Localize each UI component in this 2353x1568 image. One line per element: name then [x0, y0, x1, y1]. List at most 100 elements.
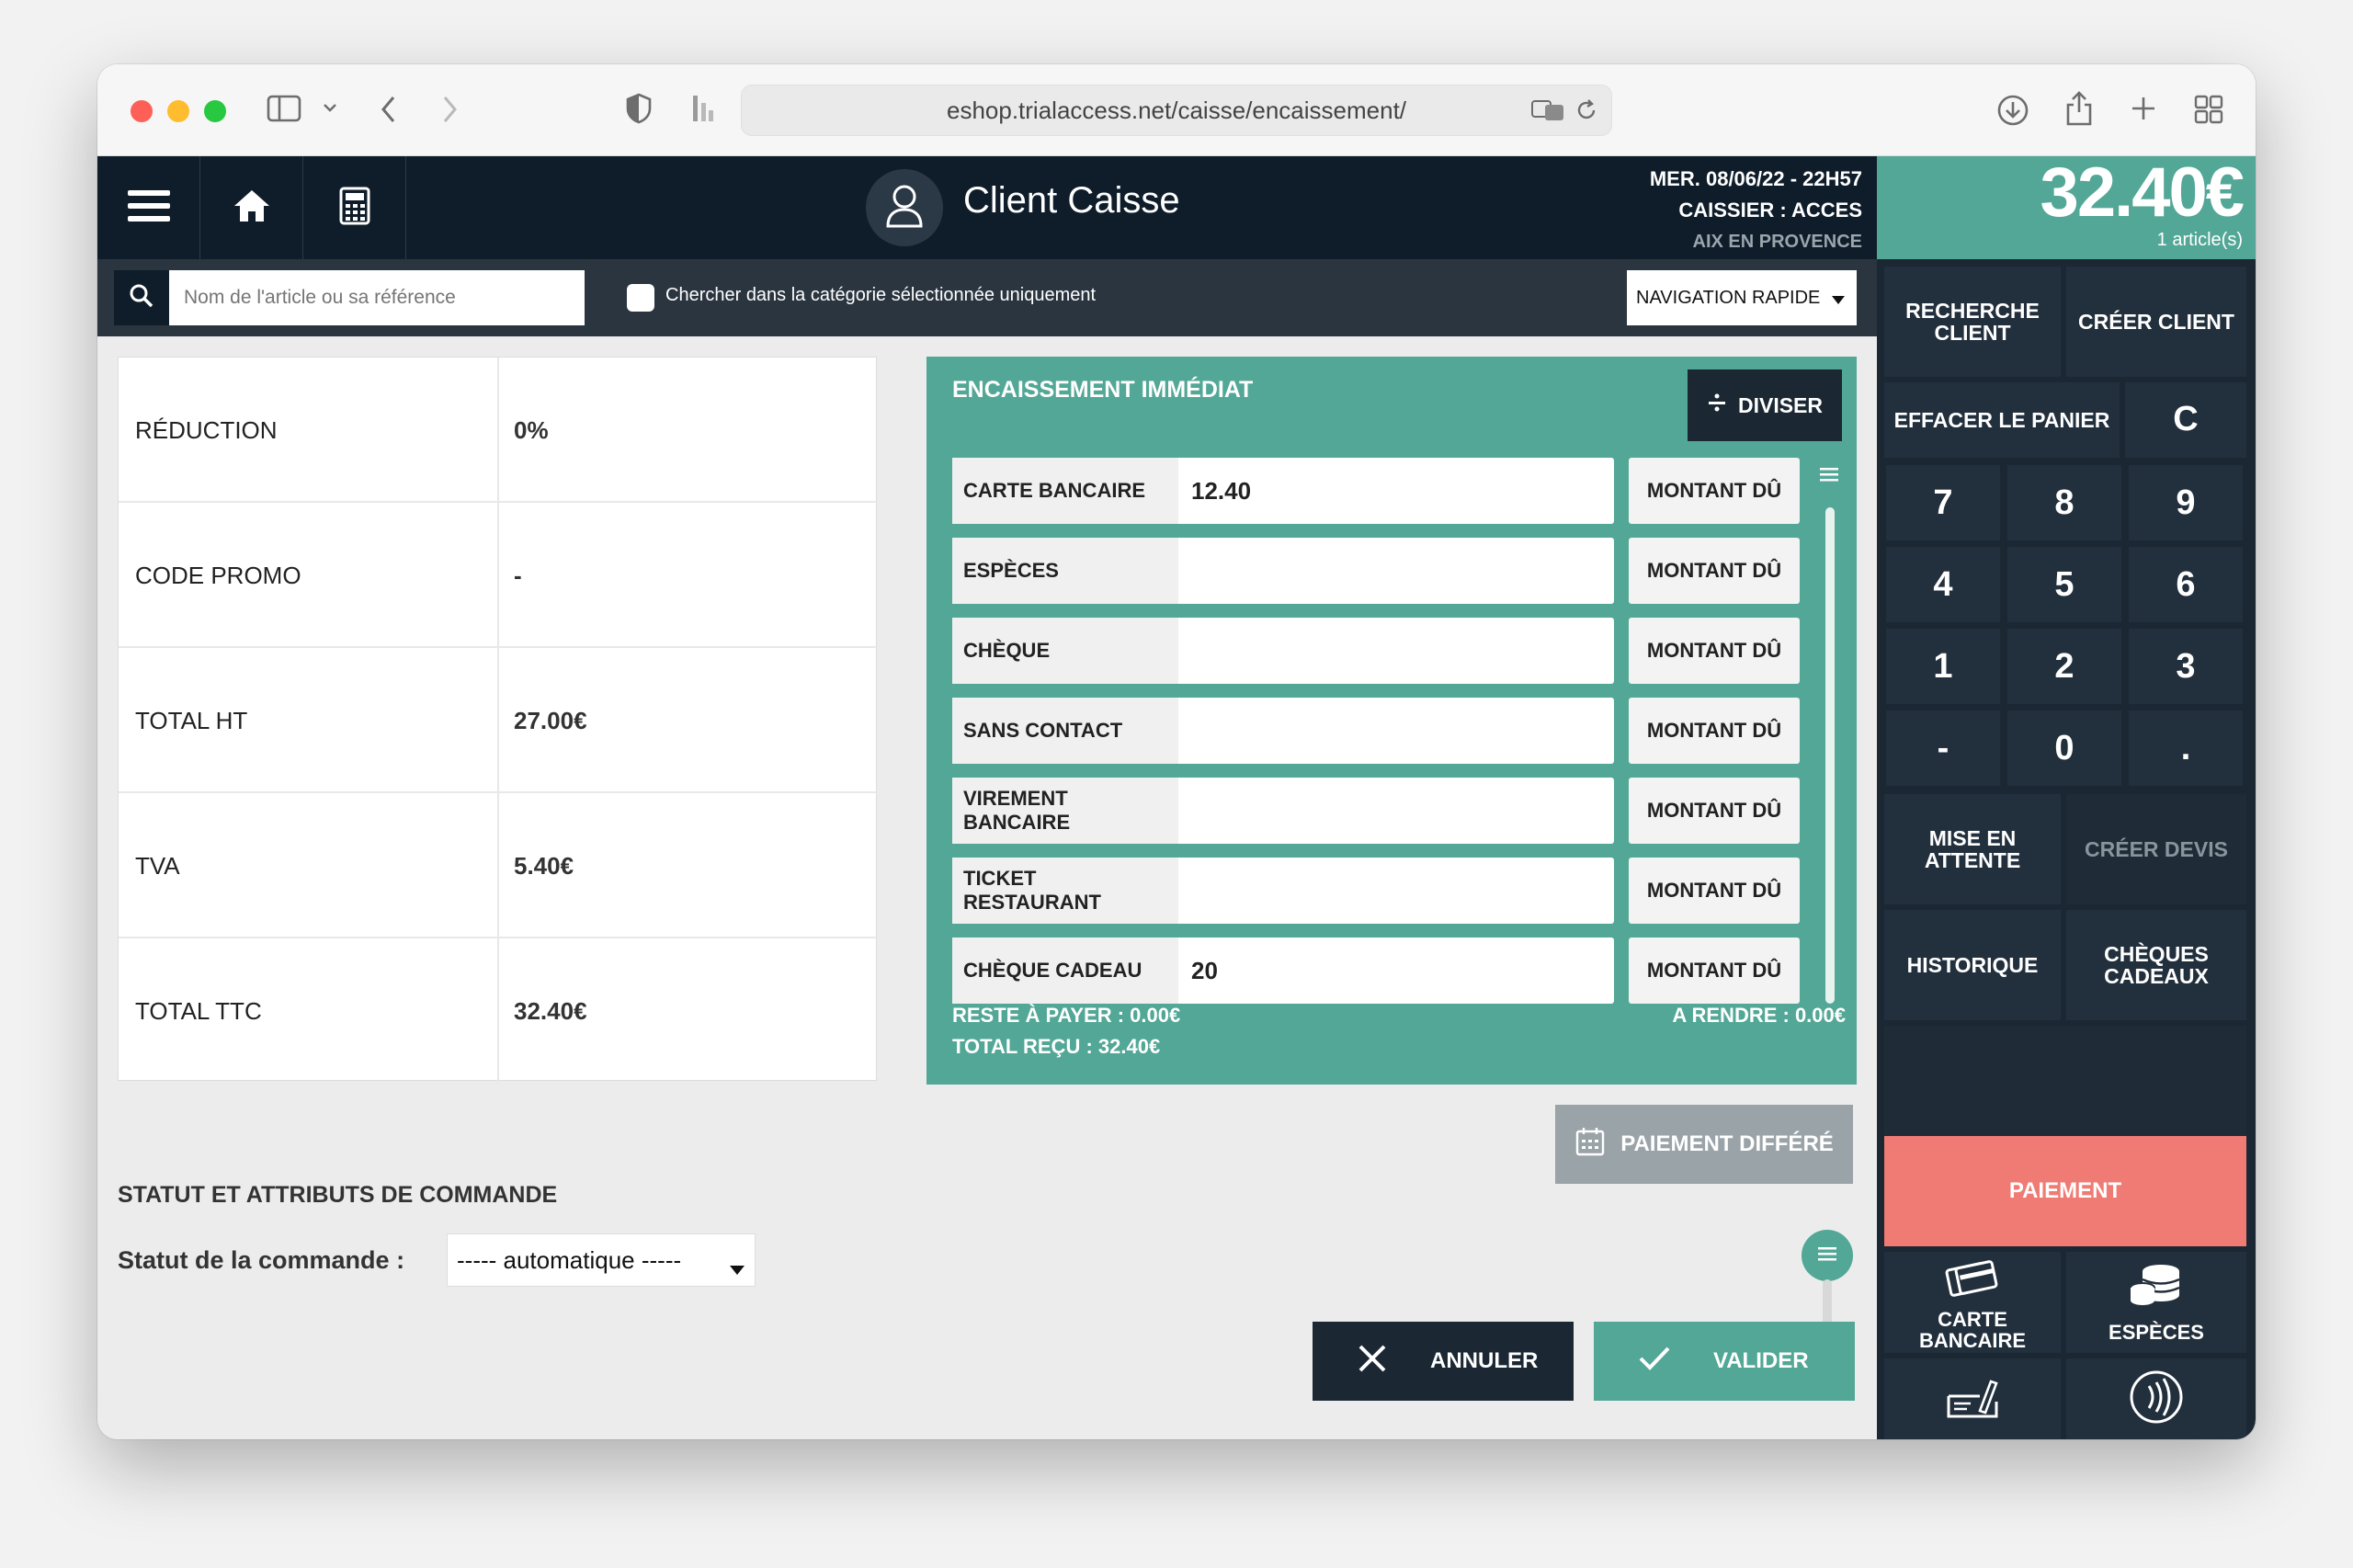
key-0[interactable]: 0: [2007, 710, 2121, 786]
gift-label-line1: CHÈQUES: [2104, 941, 2209, 966]
url-bar[interactable]: eshop.trialaccess.net/caisse/encaissemen…: [741, 85, 1612, 136]
payment-row-contactless[interactable]: SANS CONTACT: [952, 698, 1614, 764]
calculator-button[interactable]: [303, 156, 406, 259]
card-label-line1: CARTE: [1938, 1307, 2007, 1331]
deferred-payment-button[interactable]: PAIEMENT DIFFÉRÉ: [1555, 1105, 1853, 1184]
amount-due-button[interactable]: MONTANT DÛ: [1629, 538, 1800, 604]
order-status-value: ----- automatique -----: [457, 1245, 682, 1274]
summary-value: 0%: [514, 415, 549, 444]
key-1[interactable]: 1: [1886, 629, 2000, 704]
key-8[interactable]: 8: [2007, 465, 2121, 540]
caret-down-icon: [729, 1255, 745, 1283]
history-button[interactable]: HISTORIQUE: [1884, 910, 2061, 1020]
summary-value: 27.00€: [514, 706, 587, 734]
key-7[interactable]: 7: [1886, 465, 2000, 540]
contactless-payment-button[interactable]: [2066, 1358, 2246, 1439]
key-minus[interactable]: -: [1886, 710, 2000, 786]
article-search-input[interactable]: [169, 270, 585, 325]
order-status-select[interactable]: ----- automatique -----: [447, 1233, 756, 1287]
search-client-button[interactable]: RECHERCHE CLIENT: [1884, 267, 2061, 377]
home-button[interactable]: [200, 156, 303, 259]
extension-icon[interactable]: [689, 92, 715, 131]
payment-amount-input[interactable]: 12.40: [1191, 458, 1251, 524]
card-payment-button[interactable]: CARTE BANCAIRE: [1884, 1252, 2061, 1353]
divide-icon: [1707, 392, 1727, 418]
payment-row-transfer[interactable]: VIREMENT BANCAIRE: [952, 778, 1614, 844]
payment-panel: ENCAISSEMENT IMMÉDIAT DIVISER CARTE BANC…: [926, 357, 1857, 1085]
sidebar-toggle-icon[interactable]: [267, 94, 301, 129]
clear-key-button[interactable]: C: [2125, 382, 2246, 458]
category-only-checkbox[interactable]: [627, 284, 654, 312]
split-button[interactable]: DIVISER: [1688, 369, 1842, 441]
amount-due-button[interactable]: MONTANT DÛ: [1629, 778, 1800, 844]
payment-row-cash[interactable]: ESPÈCES: [952, 538, 1614, 604]
total-display: 32.40€ 1 article(s): [1877, 153, 2256, 259]
gift-cheques-button[interactable]: CHÈQUES CADEAUX: [2066, 910, 2246, 1020]
gift-label-line2: CADEAUX: [2104, 964, 2209, 988]
cheque-icon: [1943, 1374, 2002, 1425]
download-icon[interactable]: [1996, 94, 2029, 132]
floating-menu-button[interactable]: [1802, 1230, 1853, 1281]
hold-order-button[interactable]: MISE EN ATTENTE: [1884, 794, 2061, 904]
cheque-payment-button[interactable]: [1884, 1358, 2061, 1439]
create-quote-button[interactable]: CRÉER DEVIS: [2066, 794, 2246, 904]
payment-method-label: TICKET RESTAURANT: [952, 858, 1178, 924]
share-icon[interactable]: [2064, 90, 2094, 132]
quick-nav-dropdown[interactable]: NAVIGATION RAPIDE: [1627, 270, 1857, 325]
chevron-down-icon[interactable]: [322, 97, 338, 118]
amount-due-button[interactable]: MONTANT DÛ: [1629, 618, 1800, 684]
payment-method-label: SANS CONTACT: [952, 698, 1178, 764]
payment-amount-input[interactable]: 20: [1191, 937, 1218, 1004]
empty-slot: [1884, 1026, 2246, 1136]
caret-down-icon: [1831, 290, 1846, 312]
payment-row-cheque[interactable]: CHÈQUE: [952, 618, 1614, 684]
key-dot[interactable]: .: [2129, 710, 2243, 786]
payment-row-card[interactable]: CARTE BANCAIRE 12.40: [952, 458, 1614, 524]
payment-method-label: CHÈQUE: [952, 618, 1178, 684]
search-bar: Chercher dans la catégorie sélectionnée …: [97, 259, 1877, 336]
search-button[interactable]: [114, 270, 169, 325]
summary-value: 32.40€: [514, 996, 587, 1025]
payment-row-meal-ticket[interactable]: TICKET RESTAURANT: [952, 858, 1614, 924]
key-2[interactable]: 2: [2007, 629, 2121, 704]
right-panel: 32.40€ 1 article(s) RECHERCHE CLIENT CRÉ…: [1877, 153, 2256, 1439]
payment-scrollbar[interactable]: [1825, 507, 1835, 1004]
list-icon: [1816, 1244, 1838, 1267]
create-client-button[interactable]: CRÉER CLIENT: [2066, 267, 2246, 377]
amount-due-button[interactable]: MONTANT DÛ: [1629, 937, 1800, 1004]
key-4[interactable]: 4: [1886, 547, 2000, 622]
url-text: eshop.trialaccess.net/caisse/encaissemen…: [946, 96, 1407, 124]
back-icon[interactable]: [379, 94, 399, 131]
cash-payment-button[interactable]: ESPÈCES: [2066, 1252, 2246, 1353]
tab-overview-icon[interactable]: [2193, 94, 2224, 131]
maximize-window-button[interactable]: [204, 100, 226, 122]
client-avatar[interactable]: [866, 169, 943, 246]
scroll-handle-icon[interactable]: [1818, 465, 1840, 488]
forward-icon[interactable]: [439, 94, 460, 131]
shield-icon[interactable]: [625, 92, 653, 131]
amount-due-button[interactable]: MONTANT DÛ: [1629, 698, 1800, 764]
total-received: TOTAL REÇU : 32.40€: [952, 1035, 1161, 1058]
home-icon: [232, 187, 272, 229]
key-5[interactable]: 5: [2007, 547, 2121, 622]
reload-icon[interactable]: [1574, 98, 1598, 129]
cancel-button[interactable]: ANNULER: [1313, 1322, 1574, 1401]
menu-button[interactable]: [97, 156, 200, 259]
close-window-button[interactable]: [131, 100, 153, 122]
new-tab-icon[interactable]: [2129, 94, 2158, 129]
summary-row-promo: CODE PROMO -: [119, 503, 878, 648]
key-9[interactable]: 9: [2129, 465, 2243, 540]
search-icon: [129, 283, 154, 313]
validate-button[interactable]: VALIDER: [1594, 1322, 1855, 1401]
key-3[interactable]: 3: [2129, 629, 2243, 704]
payment-row-gift-cheque[interactable]: CHÈQUE CADEAU 20: [952, 937, 1614, 1004]
payment-button[interactable]: PAIEMENT: [1884, 1136, 2246, 1246]
translate-icon[interactable]: [1530, 98, 1565, 129]
minimize-window-button[interactable]: [167, 100, 189, 122]
clear-cart-button[interactable]: EFFACER LE PANIER: [1884, 382, 2120, 458]
amount-due-button[interactable]: MONTANT DÛ: [1629, 858, 1800, 924]
key-6[interactable]: 6: [2129, 547, 2243, 622]
hold-label-line2: ATTENTE: [1924, 848, 2021, 872]
amount-due-button[interactable]: MONTANT DÛ: [1629, 458, 1800, 524]
search-client-label-line1: RECHERCHE: [1905, 298, 2040, 323]
